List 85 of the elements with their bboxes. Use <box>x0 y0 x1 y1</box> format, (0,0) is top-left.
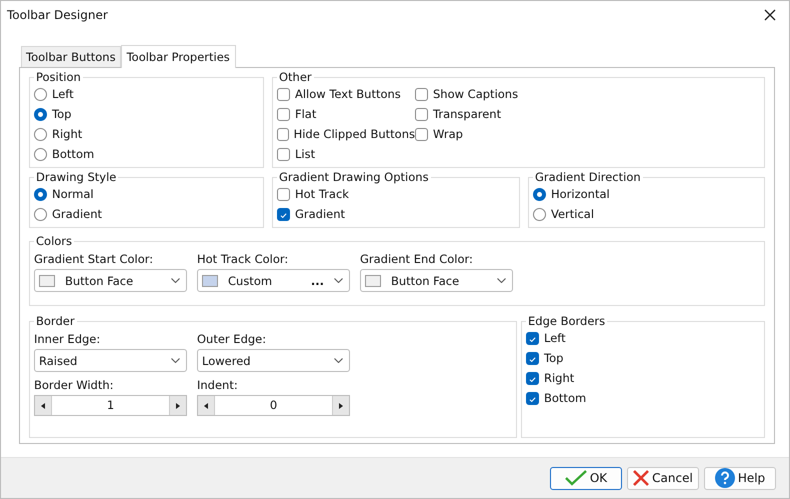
radio-label: Top <box>52 107 72 121</box>
field-label: Hot Track Color: <box>197 252 290 266</box>
radio-label: Normal <box>52 187 94 201</box>
radio-label: Bottom <box>52 147 94 161</box>
window-title: Toolbar Designer <box>7 8 108 22</box>
checkbox[interactable] <box>277 188 290 200</box>
left-arrow-icon <box>41 402 45 408</box>
checkbox[interactable] <box>277 148 290 160</box>
radio-button[interactable] <box>34 108 47 120</box>
caret-icon <box>497 278 506 283</box>
radio-button[interactable] <box>34 128 47 140</box>
caret-icon <box>171 358 180 363</box>
group-title: Drawing Style <box>35 170 118 184</box>
checkbox-label: Bottom <box>544 391 586 405</box>
color-dropdown[interactable]: Button Face <box>360 269 513 292</box>
radio-button[interactable] <box>34 148 47 160</box>
radio-label: Horizontal <box>551 187 610 201</box>
increment-button[interactable] <box>170 396 186 415</box>
field-label: Gradient End Color: <box>360 252 474 266</box>
dropdown[interactable]: Lowered <box>197 349 350 372</box>
checkbox-label: Hide Clipped Buttons <box>294 127 415 141</box>
radio-label: Left <box>52 87 74 101</box>
help-button[interactable]: Help <box>704 466 776 490</box>
checkbox-label: Flat <box>295 107 316 121</box>
checkbox-label: Gradient <box>295 207 346 221</box>
checkbox[interactable] <box>526 332 539 344</box>
field-label: Inner Edge: <box>34 332 102 346</box>
right-arrow-icon <box>176 402 180 408</box>
caret-icon <box>171 278 180 283</box>
caret-icon <box>334 278 343 283</box>
radio-label: Vertical <box>551 207 594 221</box>
ok-button[interactable]: OK <box>550 466 622 490</box>
tab[interactable]: Toolbar Buttons <box>21 46 121 67</box>
caret-icon <box>334 358 343 363</box>
checkbox[interactable] <box>526 392 539 404</box>
tab[interactable]: Toolbar Properties <box>120 45 236 68</box>
cancel-button[interactable]: Cancel <box>627 466 699 490</box>
color-dropdown[interactable]: Button Face <box>34 269 187 292</box>
checkbox[interactable] <box>415 128 428 140</box>
group-title: Gradient Direction <box>534 170 642 184</box>
checkbox[interactable] <box>277 128 289 140</box>
help-icon <box>714 468 735 488</box>
decrement-button[interactable] <box>198 396 214 415</box>
checkmark-icon <box>564 470 587 486</box>
group-title: Colors <box>35 234 74 248</box>
cross-icon <box>633 470 650 486</box>
group-title: Edge Borders <box>527 314 606 328</box>
field-label: Gradient Start Color: <box>34 252 154 266</box>
field-label: Border Width: <box>34 378 114 392</box>
field-label: Indent: <box>197 378 239 392</box>
radio-label: Right <box>52 127 82 141</box>
checkbox-label: Left <box>544 331 566 345</box>
dropdown[interactable]: Raised <box>34 349 187 372</box>
field-label: Outer Edge: <box>197 332 268 346</box>
left-arrow-icon <box>204 402 208 408</box>
increment-button[interactable] <box>333 396 349 415</box>
group-title: Gradient Drawing Options <box>278 170 430 184</box>
close-icon[interactable] <box>764 9 776 21</box>
checkbox-label: Top <box>544 351 564 365</box>
radio-button[interactable] <box>34 208 47 220</box>
checkbox[interactable] <box>526 352 539 364</box>
checkbox-label: Show Captions <box>433 87 518 101</box>
radio-button[interactable] <box>533 208 546 220</box>
checkbox[interactable] <box>415 88 428 100</box>
right-arrow-icon <box>339 402 343 408</box>
radio-button[interactable] <box>34 88 47 100</box>
checkbox-label: Allow Text Buttons <box>295 87 401 101</box>
radio-button[interactable] <box>533 188 546 200</box>
checkbox-label: List <box>295 147 316 161</box>
checkbox[interactable] <box>277 88 290 100</box>
checkbox[interactable] <box>526 372 539 384</box>
radio-label: Gradient <box>52 207 102 221</box>
group-title: Other <box>278 70 313 84</box>
checkbox-label: Right <box>544 371 574 385</box>
checkbox-label: Hot Track <box>295 187 349 201</box>
checkbox[interactable] <box>277 108 290 120</box>
checkbox[interactable] <box>277 208 290 220</box>
radio-button[interactable] <box>34 188 47 200</box>
checkbox-label: Wrap <box>433 127 463 141</box>
checkbox-label: Transparent <box>433 107 502 121</box>
color-dropdown[interactable]: Custom ... <box>197 269 350 292</box>
group-title: Position <box>35 70 82 84</box>
group-title: Border <box>35 314 76 328</box>
checkbox[interactable] <box>415 108 428 120</box>
decrement-button[interactable] <box>35 396 51 415</box>
